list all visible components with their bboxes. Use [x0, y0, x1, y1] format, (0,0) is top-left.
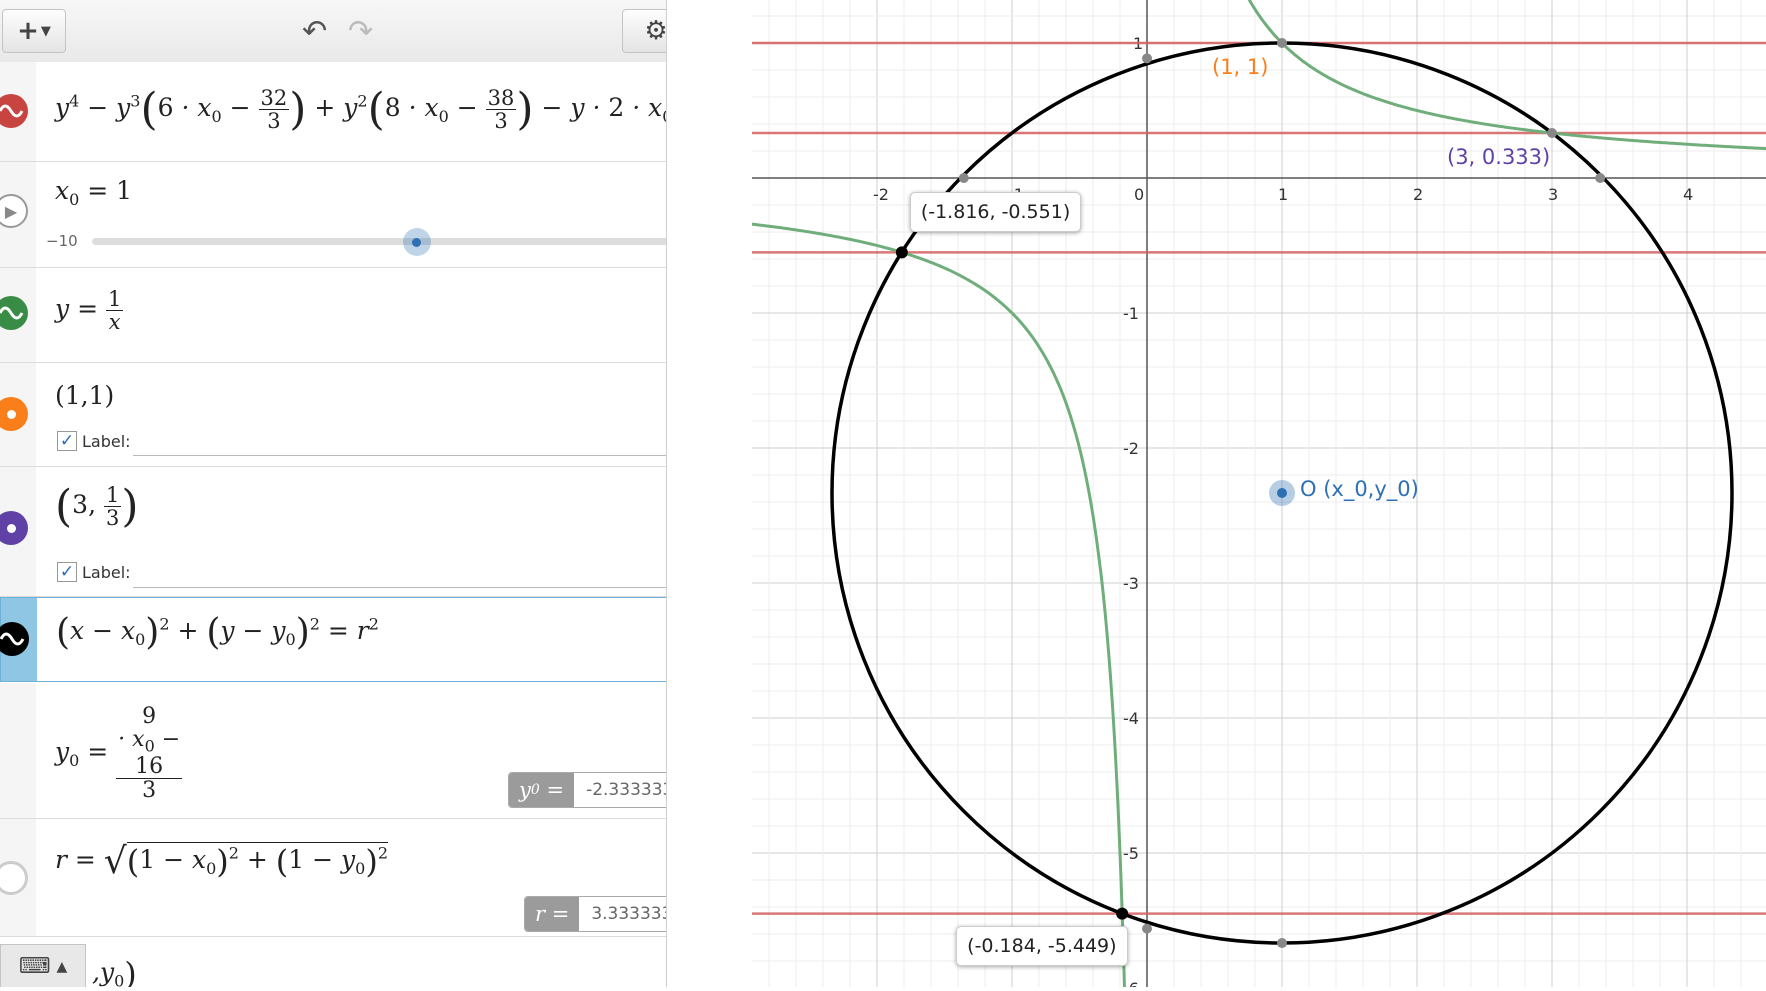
y-tick-label: -4: [1123, 709, 1139, 728]
y-tick-label: -2: [1123, 439, 1139, 458]
x-tick-label: 3: [1548, 185, 1558, 204]
evaluation-box: y0 =-2.33333333333: [508, 772, 667, 808]
intersection-point: [1277, 938, 1287, 948]
math-r[interactable]: r = √(1 − x0)2 + (1 − y0)2: [55, 841, 388, 882]
x-tick-label: 1: [1278, 185, 1288, 204]
curve-icon: [0, 94, 28, 128]
y-tick-label: -3: [1123, 574, 1139, 593]
slider-track[interactable]: [92, 238, 667, 245]
graph-svg[interactable]: -2-1012341-1-2-3-4-5-6: [752, 0, 1766, 987]
undo-icon[interactable]: ↶: [302, 14, 327, 49]
slider-min[interactable]: −10: [46, 232, 78, 250]
x-tick-label: 4: [1683, 185, 1693, 204]
math-hyperbola[interactable]: y = 1x: [55, 288, 123, 333]
redo-icon[interactable]: ↷: [348, 14, 373, 49]
x-tick-label: 0: [1134, 185, 1144, 204]
intersection-point: [1277, 38, 1287, 48]
label-checkbox[interactable]: ✓Label:: [57, 431, 131, 451]
play-icon[interactable]: ▶: [0, 194, 28, 228]
add-item-button[interactable]: +▼: [2, 9, 66, 53]
expression-panel: +▼ ↶ ↷ ⚙ « y4 − y3(6 · x0 − 323) + y2(8 …: [0, 0, 667, 987]
expression-tab[interactable]: [0, 268, 36, 362]
expression-tab[interactable]: [0, 363, 36, 466]
math-y0[interactable]: y0 = 9 · x0 − 163: [55, 705, 182, 802]
expression-row[interactable]: ,y0) ✕: [0, 937, 667, 987]
label-input[interactable]: [133, 587, 667, 588]
settings-button[interactable]: ⚙: [622, 9, 667, 53]
gear-icon: ⚙: [644, 16, 667, 46]
highlighted-point: [896, 246, 908, 258]
expression-row[interactable]: y0 = 9 · x0 − 163 y0 =-2.33333333333 ✕: [0, 683, 667, 819]
slider-handle[interactable]: [403, 228, 431, 256]
math-point-1[interactable]: (1,1): [55, 381, 114, 410]
expression-row[interactable]: (3, 13) ✓Label: 🔧 ✕: [0, 467, 667, 597]
expression-row[interactable]: ▶ x0 = 1 −10 10 ✕: [0, 162, 667, 268]
intersection-point: [1142, 924, 1152, 934]
expression-row[interactable]: y = 1x ✕: [0, 268, 667, 363]
expression-row[interactable]: y4 − y3(6 · x0 − 323) + y2(8 · x0 − 383)…: [0, 62, 667, 162]
math-quartic[interactable]: y4 − y3(6 · x0 − 323) + y2(8 · x0 − 383)…: [55, 84, 667, 135]
hyperbola-branch: [752, 223, 1125, 987]
y-tick-label: -1: [1123, 304, 1139, 323]
caret-down-icon: ▼: [41, 24, 51, 39]
expression-tab[interactable]: ▶: [0, 162, 36, 267]
expression-row-selected[interactable]: (x − x0)2 + (y − y0)2 = r2 ✕: [0, 597, 667, 682]
coordinate-tooltip: (-1.816, -0.551): [910, 192, 1081, 232]
math-partial[interactable]: ,y0): [92, 955, 137, 987]
math-point-2[interactable]: (3, 13): [55, 481, 139, 532]
label-checkbox[interactable]: ✓Label:: [57, 562, 131, 582]
math-circle[interactable]: (x − x0)2 + (y − y0)2 = r2: [56, 612, 379, 653]
toolbar: +▼ ↶ ↷ ⚙ «: [0, 0, 666, 63]
check-icon[interactable]: ✓: [57, 562, 77, 582]
curve-icon: [0, 296, 28, 330]
math-slider-var[interactable]: x0 = 1: [55, 176, 132, 209]
keyboard-icon: ⌨: [19, 954, 51, 979]
x-tick-label: 2: [1413, 185, 1423, 204]
point-icon: [0, 397, 28, 431]
caret-up-icon: ▲: [56, 959, 67, 975]
point-label[interactable]: (3, 0.333): [1447, 145, 1550, 169]
expression-tab[interactable]: [1, 598, 37, 681]
point-label[interactable]: (1, 1): [1212, 55, 1268, 79]
expression-tab[interactable]: [0, 62, 36, 161]
expression-tab[interactable]: [0, 683, 36, 818]
expression-row[interactable]: r = √(1 − x0)2 + (1 − y0)2 r =3.33333333…: [0, 819, 667, 937]
intersection-point: [1142, 53, 1152, 63]
center-point: [1277, 488, 1287, 498]
expression-row[interactable]: (1,1) ✓Label: 🔧 ✕: [0, 363, 667, 467]
highlighted-point: [1116, 908, 1128, 920]
point-icon: [0, 511, 28, 545]
intersection-point: [959, 173, 969, 183]
expression-tab[interactable]: [0, 819, 36, 936]
label-input[interactable]: [133, 455, 667, 456]
graph-canvas[interactable]: -2-1012341-1-2-3-4-5-6 (1, 1)(3, 0.333)O…: [752, 0, 1766, 987]
hidden-curve-icon[interactable]: [0, 861, 28, 895]
evaluation-box: r =3.33333333333: [524, 896, 667, 932]
curve-icon: [0, 622, 29, 656]
intersection-point: [1547, 128, 1557, 138]
point-label[interactable]: O (x_0,y_0): [1300, 477, 1419, 501]
check-icon[interactable]: ✓: [57, 431, 77, 451]
keyboard-toggle-button[interactable]: ⌨▲: [0, 944, 86, 987]
expression-tab[interactable]: [0, 467, 36, 596]
x-tick-label: -2: [873, 185, 889, 204]
hyperbola-branch: [1228, 0, 1766, 149]
coordinate-tooltip: (-0.184, -5.449): [956, 926, 1127, 966]
intersection-point: [1595, 173, 1605, 183]
y-tick-label: -5: [1123, 844, 1139, 863]
